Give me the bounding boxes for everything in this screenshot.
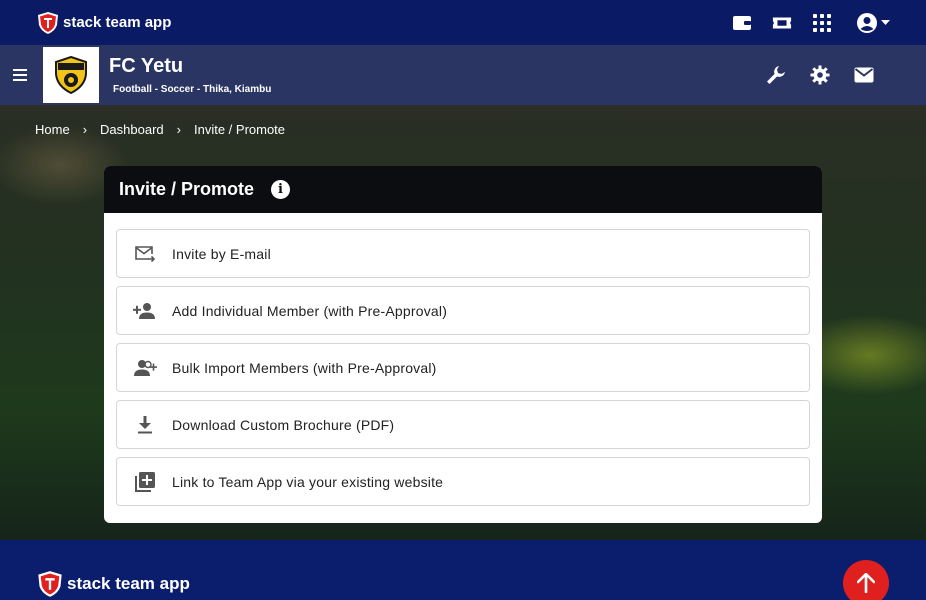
hamburger-menu-icon[interactable] [13,66,27,84]
option-label: Download Custom Brochure (PDF) [172,416,395,433]
group-add-icon [133,356,157,380]
team-crest-icon [55,56,87,94]
person-add-icon [133,299,157,323]
team-subtitle: Football - Soccer - Thika, Kiambu [113,84,272,95]
page-footer: stack team app [0,540,926,600]
breadcrumb-current: Invite / Promote [193,122,286,137]
team-name: FC Yetu [109,55,184,77]
team-logo[interactable] [43,47,99,103]
footer-logo[interactable]: stack team app [36,570,190,598]
breadcrumb-separator: › [82,122,88,137]
info-icon[interactable]: i [271,180,291,199]
download-icon [133,413,157,437]
email-forward-icon [133,242,157,266]
link-to-team-app-option[interactable]: Link to Team App via your existing websi… [116,457,810,506]
breadcrumb-dashboard[interactable]: Dashboard [100,122,164,137]
stack-team-app-logo[interactable]: stack team app [36,11,171,35]
breadcrumb-separator: › [176,122,181,137]
invite-by-email-option[interactable]: Invite by E-mail [116,229,810,278]
breadcrumb-home[interactable]: Home [35,122,70,137]
team-header: FC Yetu Football - Soccer - Thika, Kiamb… [0,45,926,105]
add-individual-member-option[interactable]: Add Individual Member (with Pre-Approval… [116,286,810,335]
account-icon [857,12,877,33]
option-label: Bulk Import Members (with Pre-Approval) [172,359,437,376]
breadcrumb: Home › Dashboard › Invite / Promote [35,122,285,137]
option-label: Invite by E-mail [172,245,271,262]
card-title: Invite / Promote [119,179,255,199]
top-nav-bar: stack team app [0,0,926,45]
gear-icon[interactable] [810,65,830,85]
brand-text: stack team app [63,14,172,31]
download-brochure-option[interactable]: Download Custom Brochure (PDF) [116,400,810,449]
shield-logo-icon [38,11,58,34]
option-label: Add Individual Member (with Pre-Approval… [172,302,448,319]
scroll-to-top-button[interactable] [843,560,889,600]
arrow-up-icon [857,573,875,593]
apps-grid-icon[interactable] [812,13,832,33]
bulk-import-members-option[interactable]: Bulk Import Members (with Pre-Approval) [116,343,810,392]
card-header: Invite / Promote i [104,166,822,213]
wrench-icon[interactable] [766,65,786,85]
library-add-icon [133,470,157,494]
mail-icon[interactable] [854,65,874,85]
option-label: Link to Team App via your existing websi… [172,473,444,490]
shield-logo-icon [38,571,62,597]
invite-promote-card: Invite / Promote i Invite by E-mail Add … [104,166,822,523]
ticket-icon[interactable] [772,13,792,33]
footer-brand-text: stack team app [67,574,190,593]
account-menu[interactable] [856,12,890,34]
wallet-icon[interactable] [732,13,752,33]
caret-down-icon [881,19,890,25]
